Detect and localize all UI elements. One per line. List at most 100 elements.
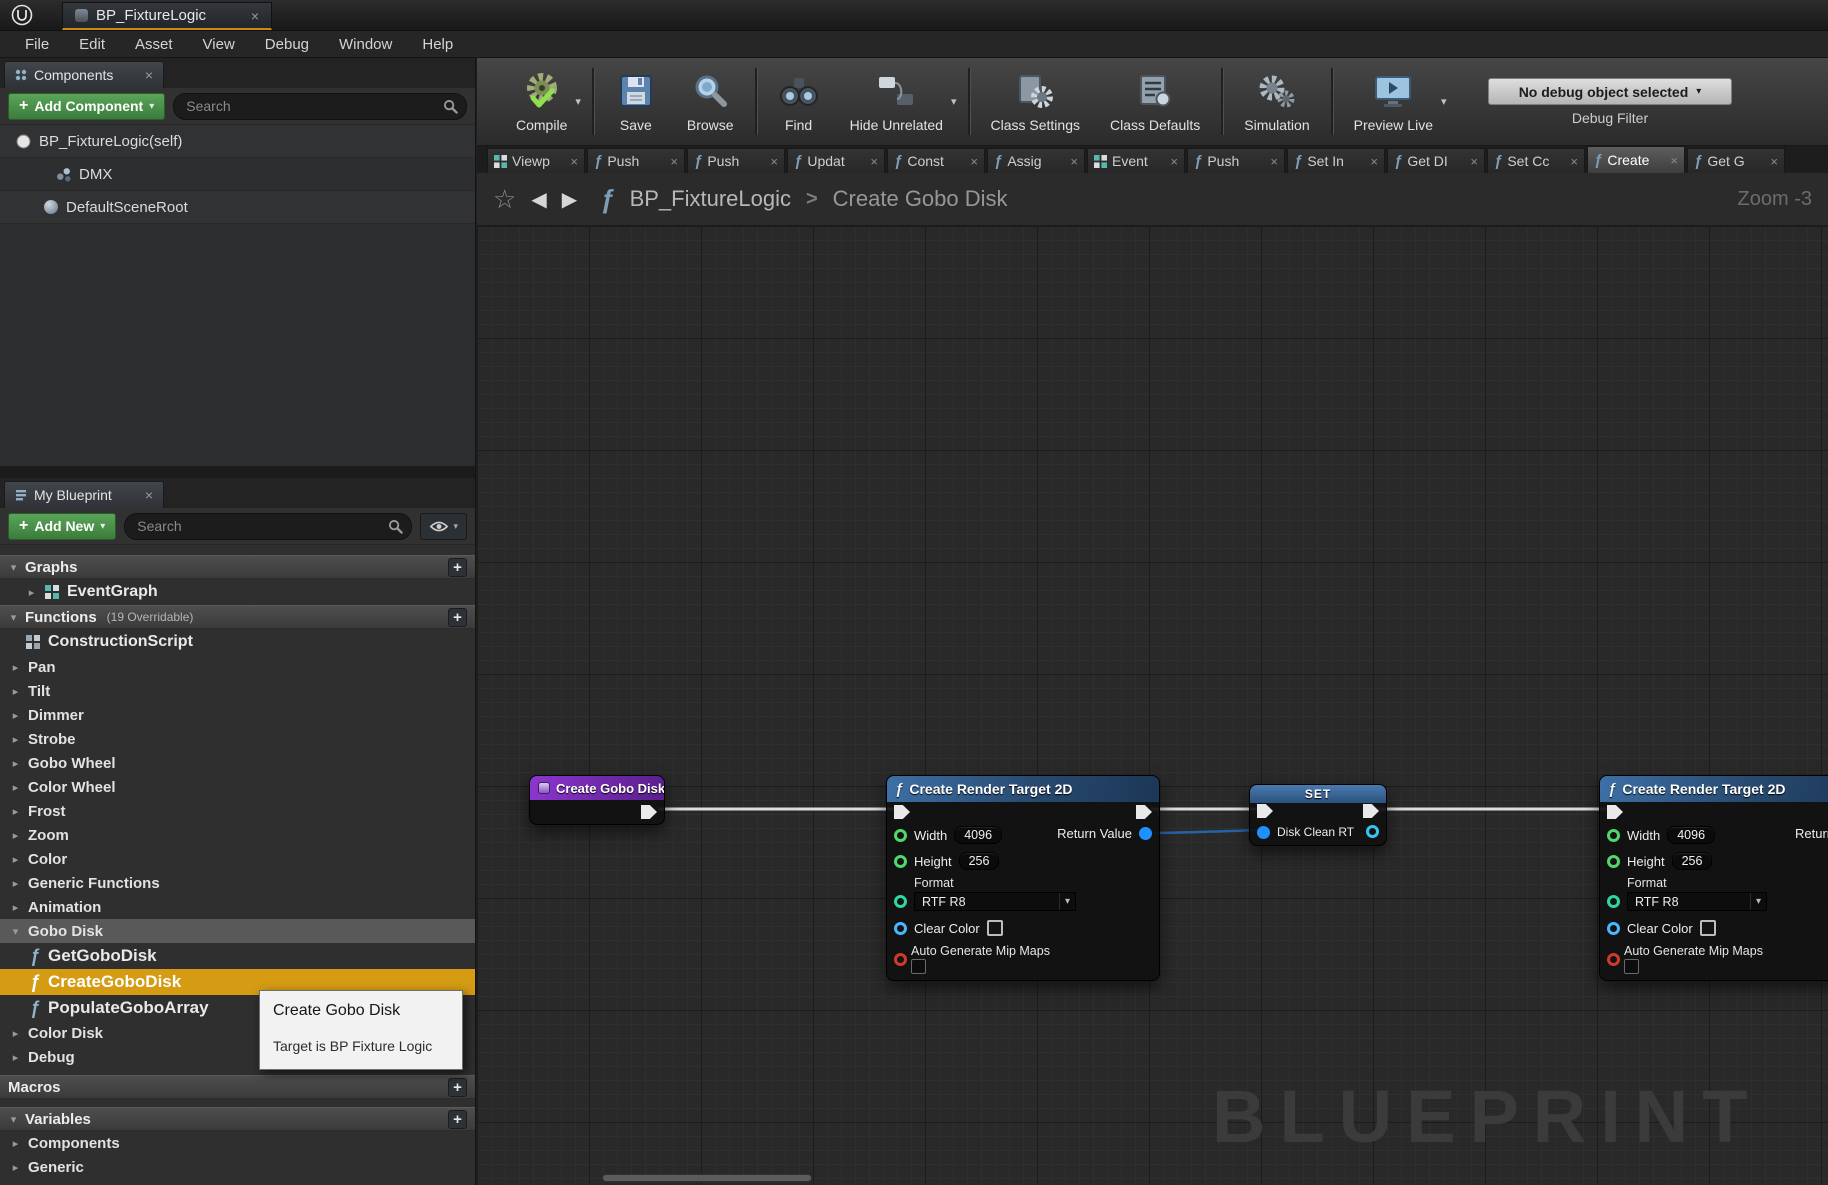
- hide-unrelated-button[interactable]: Hide Unrelated: [835, 58, 958, 145]
- expand-arrow-icon[interactable]: ▾: [10, 925, 21, 938]
- collapse-arrow-icon[interactable]: ▸: [26, 586, 37, 599]
- save-button[interactable]: Save: [600, 58, 672, 145]
- graph-tab-assign[interactable]: ƒAssig×: [987, 148, 1085, 173]
- graph-tab-create-active[interactable]: ƒCreate×: [1587, 146, 1685, 173]
- breadcrumb-current[interactable]: Create Gobo Disk: [833, 186, 1008, 212]
- unreal-logo[interactable]: [0, 0, 44, 30]
- exec-out-pin[interactable]: [1136, 805, 1152, 819]
- components-search-input[interactable]: [173, 93, 467, 120]
- disk-clean-rt-out-pin[interactable]: [1366, 825, 1379, 838]
- preview-live-button[interactable]: Preview Live: [1339, 58, 1448, 145]
- category-color[interactable]: ▸Color: [0, 847, 475, 871]
- component-row-scene-root[interactable]: DefaultSceneRoot: [0, 191, 475, 224]
- close-icon[interactable]: ×: [145, 487, 153, 503]
- node-header[interactable]: ƒ Create Render Target 2D: [887, 776, 1159, 802]
- collapse-arrow-icon[interactable]: ▸: [10, 901, 21, 914]
- collapse-arrow-icon[interactable]: ▸: [10, 1161, 21, 1174]
- node-header[interactable]: Create Gobo Disk: [530, 776, 664, 800]
- category-dimmer[interactable]: ▸Dimmer: [0, 703, 475, 727]
- item-event-graph[interactable]: ▸ EventGraph: [0, 579, 475, 605]
- mipmaps-checkbox[interactable]: [911, 959, 926, 974]
- format-dropdown[interactable]: RTF R8 ▾: [914, 892, 1076, 911]
- category-tilt[interactable]: ▸Tilt: [0, 679, 475, 703]
- mipmaps-checkbox[interactable]: [1624, 959, 1639, 974]
- tab-components[interactable]: Components ×: [4, 61, 164, 88]
- section-graphs[interactable]: ▾ Graphs +: [0, 555, 475, 579]
- collapse-arrow-icon[interactable]: ▸: [10, 805, 21, 818]
- menu-view[interactable]: View: [188, 36, 250, 53]
- disk-clean-rt-in-pin[interactable]: [1257, 826, 1270, 839]
- width-input[interactable]: 4096: [954, 826, 1002, 844]
- menu-file[interactable]: File: [10, 36, 64, 53]
- tab-my-blueprint[interactable]: My Blueprint ×: [4, 481, 164, 508]
- format-pin[interactable]: [1607, 895, 1620, 908]
- close-icon[interactable]: ×: [1170, 154, 1178, 169]
- graph-tab-push-2[interactable]: ƒPush×: [687, 148, 785, 173]
- close-icon[interactable]: ×: [970, 154, 978, 169]
- exec-in-pin[interactable]: [894, 805, 910, 819]
- visibility-filter-button[interactable]: ▾: [420, 513, 467, 540]
- category-gobo-wheel[interactable]: ▸Gobo Wheel: [0, 751, 475, 775]
- node-header[interactable]: ƒ Create Render Target 2D: [1600, 776, 1828, 802]
- node-create-render-target-2d-2[interactable]: ƒ Create Render Target 2D Width 4096 Ret…: [1599, 775, 1828, 981]
- collapse-arrow-icon[interactable]: ▸: [10, 709, 21, 722]
- find-button[interactable]: Find: [763, 58, 835, 145]
- collapse-arrow-icon[interactable]: ▸: [10, 877, 21, 890]
- expand-arrow-icon[interactable]: ▾: [8, 1113, 19, 1126]
- node-header[interactable]: SET: [1250, 785, 1386, 803]
- node-graph-canvas[interactable]: BLUEPRINT Create Gobo Disk ƒ Create Rend…: [477, 226, 1828, 1185]
- category-zoom[interactable]: ▸Zoom: [0, 823, 475, 847]
- graph-horizontal-scrollbar[interactable]: [602, 1174, 812, 1182]
- close-icon[interactable]: ×: [570, 154, 578, 169]
- class-settings-button[interactable]: Class Settings: [976, 58, 1095, 145]
- category-param-data[interactable]: ▸Param Data: [0, 1179, 475, 1185]
- simulation-button[interactable]: Simulation: [1229, 58, 1324, 145]
- height-pin[interactable]: [894, 855, 907, 868]
- category-gobo-disk[interactable]: ▾Gobo Disk: [0, 919, 475, 943]
- category-pan[interactable]: ▸Pan: [0, 655, 475, 679]
- node-set-disk-clean-rt[interactable]: SET Disk Clean RT: [1249, 784, 1387, 846]
- section-macros[interactable]: Macros +: [0, 1075, 475, 1099]
- exec-out-pin[interactable]: [1363, 804, 1379, 818]
- debug-object-dropdown[interactable]: No debug object selected ▾: [1488, 78, 1732, 105]
- graph-tab-get-g[interactable]: ƒGet G×: [1687, 148, 1785, 173]
- node-create-gobo-disk-entry[interactable]: Create Gobo Disk: [529, 775, 665, 825]
- collapse-arrow-icon[interactable]: ▸: [10, 1027, 21, 1040]
- graph-tab-viewport[interactable]: Viewp ×: [487, 148, 585, 173]
- close-icon[interactable]: ×: [1370, 154, 1378, 169]
- collapse-arrow-icon[interactable]: ▸: [10, 1051, 21, 1064]
- close-icon[interactable]: ×: [145, 67, 153, 83]
- section-functions[interactable]: ▾ Functions (19 Overridable) +: [0, 605, 475, 629]
- add-macro-button[interactable]: +: [448, 1078, 467, 1097]
- collapse-arrow-icon[interactable]: ▸: [10, 757, 21, 770]
- preview-live-options-dropdown[interactable]: ▾: [1436, 58, 1452, 145]
- width-pin[interactable]: [1607, 829, 1620, 842]
- collapse-arrow-icon[interactable]: ▸: [10, 781, 21, 794]
- hide-unrelated-options-dropdown[interactable]: ▾: [946, 58, 962, 145]
- close-icon[interactable]: ×: [870, 154, 878, 169]
- my-blueprint-search-input[interactable]: [124, 513, 412, 540]
- panel-splitter[interactable]: [0, 466, 475, 478]
- graph-tab-update[interactable]: ƒUpdat×: [787, 148, 885, 173]
- expand-arrow-icon[interactable]: ▾: [8, 561, 19, 574]
- breadcrumb-root[interactable]: BP_FixtureLogic: [630, 186, 791, 212]
- compile-options-dropdown[interactable]: ▾: [570, 58, 586, 145]
- category-animation[interactable]: ▸Animation: [0, 895, 475, 919]
- collapse-arrow-icon[interactable]: ▸: [10, 829, 21, 842]
- back-button[interactable]: ◀: [531, 187, 546, 212]
- graph-tab-const[interactable]: ƒConst×: [887, 148, 985, 173]
- menu-help[interactable]: Help: [407, 36, 468, 53]
- width-input[interactable]: 4096: [1667, 826, 1715, 844]
- graph-tab-push-1[interactable]: ƒPush×: [587, 148, 685, 173]
- graph-tab-event[interactable]: Event ×: [1087, 148, 1185, 173]
- collapse-arrow-icon[interactable]: ▸: [10, 733, 21, 746]
- collapse-arrow-icon[interactable]: ▸: [10, 661, 21, 674]
- exec-in-pin[interactable]: [1607, 805, 1623, 819]
- graph-tab-set-cc[interactable]: ƒSet Cc×: [1487, 148, 1585, 173]
- collapse-arrow-icon[interactable]: ▸: [10, 1137, 21, 1150]
- add-function-button[interactable]: +: [448, 608, 467, 627]
- class-defaults-button[interactable]: Class Defaults: [1095, 58, 1215, 145]
- return-value-pin[interactable]: [1139, 827, 1152, 840]
- expand-arrow-icon[interactable]: ▾: [8, 611, 19, 624]
- format-dropdown[interactable]: RTF R8 ▾: [1627, 892, 1767, 911]
